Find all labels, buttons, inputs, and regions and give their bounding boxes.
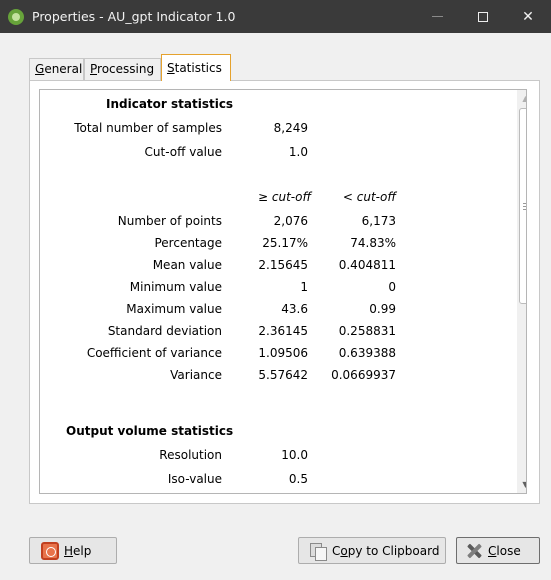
close-icon: ✕ bbox=[522, 8, 534, 25]
close-x-icon bbox=[465, 542, 483, 560]
help-button[interactable]: Help bbox=[29, 537, 117, 564]
window-close-button[interactable]: ✕ bbox=[505, 0, 551, 33]
column-header-below: < cut-off bbox=[342, 190, 396, 204]
grip-line bbox=[523, 209, 526, 210]
properties-dialog: Properties - AU_gpt Indicator 1.0 ✕ Gene… bbox=[0, 0, 551, 580]
section-title: Indicator statistics bbox=[106, 97, 234, 111]
stat-value-below: 0.99 bbox=[369, 302, 396, 316]
column-header-above: ≥ cut-off bbox=[258, 190, 312, 204]
stat-label: Maximum value bbox=[126, 302, 222, 316]
minimize-icon bbox=[431, 16, 443, 17]
stat-label: Minimum value bbox=[129, 280, 222, 294]
stat-value-above: 43.6 bbox=[281, 302, 308, 316]
statistics-panel: Indicator statistics Total number of sam… bbox=[29, 80, 540, 504]
stat-value-below: 74.83% bbox=[350, 236, 396, 250]
tab-statistics[interactable]: Statistics bbox=[161, 54, 231, 81]
copy-to-clipboard-button[interactable]: Co py to Clipboard bbox=[298, 537, 446, 564]
close-button[interactable]: Close bbox=[456, 537, 540, 564]
maximize-icon bbox=[478, 11, 488, 22]
stat-row: Total number of samples 8,249 bbox=[40, 121, 508, 139]
stat-label: Cut-off value bbox=[144, 145, 222, 159]
stat-row: Minimum value 1 0 bbox=[40, 280, 508, 298]
stat-value-below: 0.258831 bbox=[338, 324, 396, 338]
stat-row: Resolution 10.0 bbox=[40, 448, 508, 466]
stat-value-below: 0 bbox=[388, 280, 396, 294]
stat-value-above: 1 bbox=[300, 280, 308, 294]
stat-label: Percentage bbox=[154, 236, 222, 250]
maximize-button[interactable] bbox=[460, 0, 506, 33]
scroll-thumb[interactable] bbox=[519, 108, 526, 304]
statistics-content: Indicator statistics Total number of sam… bbox=[40, 90, 508, 493]
stat-value: 10.0 bbox=[281, 448, 308, 462]
tab-general[interactable]: General bbox=[29, 58, 84, 80]
scroll-down-icon[interactable]: ▼ bbox=[517, 476, 526, 493]
vertical-scrollbar[interactable]: ▲ ▼ bbox=[517, 90, 526, 493]
stat-row: Cut-off value 1.0 bbox=[40, 145, 508, 163]
stat-value-below: 0.0669937 bbox=[331, 368, 396, 382]
stat-value-above: 2,076 bbox=[273, 214, 308, 228]
section-title: Output volume statistics bbox=[66, 424, 234, 438]
stat-value-above: 2.15645 bbox=[258, 258, 308, 272]
stat-label: Coefficient of variance bbox=[86, 346, 222, 360]
stat-row: Variance 5.57642 0.0669937 bbox=[40, 368, 508, 386]
window-title: Properties - AU_gpt Indicator 1.0 bbox=[32, 9, 236, 24]
stat-label: Resolution bbox=[159, 448, 222, 462]
stat-value-below: 6,173 bbox=[361, 214, 396, 228]
grip-line bbox=[523, 206, 526, 207]
column-header-row: ≥ cut-off < cut-off bbox=[40, 190, 508, 208]
statistics-view: Indicator statistics Total number of sam… bbox=[39, 89, 527, 494]
app-logo-icon bbox=[8, 9, 24, 25]
stat-label: Number of points bbox=[117, 214, 222, 228]
stat-value-below: 0.404811 bbox=[338, 258, 396, 272]
stat-row: Number of points 2,076 6,173 bbox=[40, 214, 508, 232]
stat-value-above: 2.36145 bbox=[258, 324, 308, 338]
stat-value: 8,249 bbox=[273, 121, 308, 135]
stat-value-above: 1.09506 bbox=[258, 346, 308, 360]
stat-label: Standard deviation bbox=[107, 324, 222, 338]
copy-icon bbox=[309, 542, 327, 561]
stat-row: Maximum value 43.6 0.99 bbox=[40, 302, 508, 320]
stat-label: Iso-value bbox=[167, 472, 222, 486]
stat-label: Mean value bbox=[152, 258, 222, 272]
stat-value: 1.0 bbox=[288, 145, 308, 159]
stat-row: Standard deviation 2.36145 0.258831 bbox=[40, 324, 508, 342]
stat-value: 0.5 bbox=[288, 472, 308, 486]
tab-processing[interactable]: Processing bbox=[84, 58, 161, 80]
title-bar[interactable]: Properties - AU_gpt Indicator 1.0 ✕ bbox=[0, 0, 551, 33]
stat-row: Coefficient of variance 1.09506 0.639388 bbox=[40, 346, 508, 364]
stat-row: Percentage 25.17% 74.83% bbox=[40, 236, 508, 254]
stat-value-above: 5.57642 bbox=[258, 368, 308, 382]
minimize-button[interactable] bbox=[414, 0, 460, 33]
stat-label: Total number of samples bbox=[74, 121, 222, 135]
stat-value-below: 0.639388 bbox=[338, 346, 396, 360]
grip-line bbox=[523, 203, 526, 204]
stat-label: Variance bbox=[170, 368, 222, 382]
stat-row: Mean value 2.15645 0.404811 bbox=[40, 258, 508, 276]
stat-row: Iso-value 0.5 bbox=[40, 472, 508, 490]
stat-value-above: 25.17% bbox=[262, 236, 308, 250]
scroll-up-icon[interactable]: ▲ bbox=[517, 90, 526, 107]
help-lifebuoy-icon bbox=[41, 541, 59, 560]
